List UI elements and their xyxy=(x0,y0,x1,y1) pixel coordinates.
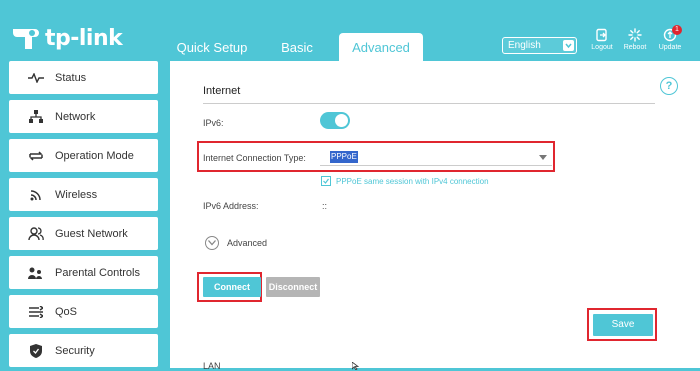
help-icon[interactable]: ? xyxy=(660,77,678,95)
section-divider xyxy=(203,103,655,104)
sidebar-item-label: Network xyxy=(55,110,96,123)
guest-icon xyxy=(26,226,46,242)
sidebar-item-qos[interactable]: QoS xyxy=(9,295,158,328)
brand-name: tp-link xyxy=(45,25,123,51)
parental-icon xyxy=(26,265,46,281)
chevron-down-icon xyxy=(205,236,219,250)
pppoe-same-session-label: PPPoE same session with IPv4 connection xyxy=(336,176,489,186)
update-button[interactable]: 1 Update xyxy=(655,25,685,51)
qos-icon xyxy=(26,304,46,320)
logout-label: Logout xyxy=(591,44,613,51)
connection-type-label: Internet Connection Type: xyxy=(203,153,306,163)
ipv6-label: IPv6: xyxy=(203,118,224,128)
language-select[interactable]: English xyxy=(502,37,577,54)
operation-mode-icon xyxy=(26,148,46,164)
advanced-toggle[interactable]: Advanced xyxy=(205,236,267,250)
section-title-lan: LAN xyxy=(203,361,221,371)
check-icon xyxy=(323,178,329,184)
chevron-down-icon xyxy=(539,155,547,160)
sidebar-item-status[interactable]: Status xyxy=(9,61,158,94)
wifi-icon xyxy=(26,187,46,203)
connection-type-value: PPPoE xyxy=(330,151,358,163)
sidebar-item-label: Guest Network xyxy=(55,227,128,240)
pppoe-same-session-checkbox[interactable] xyxy=(321,176,331,186)
reboot-icon xyxy=(628,28,642,42)
logout-button[interactable]: Logout xyxy=(587,28,617,51)
sidebar-item-parental-controls[interactable]: Parental Controls xyxy=(9,256,158,289)
sidebar-item-wireless[interactable]: Wireless xyxy=(9,178,158,211)
sidebar-item-guest-network[interactable]: Guest Network xyxy=(9,217,158,250)
sidebar-item-label: Parental Controls xyxy=(55,266,140,279)
tp-link-logo-icon xyxy=(13,29,39,49)
disconnect-button[interactable]: Disconnect xyxy=(266,277,320,297)
sidebar-item-security[interactable]: Security xyxy=(9,334,158,367)
pppoe-same-session-row[interactable]: PPPoE same session with IPv4 connection xyxy=(321,176,489,186)
ipv6-toggle[interactable] xyxy=(320,112,350,129)
tab-basic[interactable]: Basic xyxy=(274,33,320,63)
network-icon xyxy=(26,109,46,125)
tp-link-logo: tp-link xyxy=(9,22,123,54)
sidebar-item-label: Security xyxy=(55,344,95,357)
tab-quick-setup[interactable]: Quick Setup xyxy=(172,33,252,63)
update-label: Update xyxy=(658,44,682,51)
save-button[interactable]: Save xyxy=(593,314,653,336)
reboot-label: Reboot xyxy=(623,44,647,51)
main-panel: Internet ? IPv6: Internet Connection Typ… xyxy=(170,61,700,371)
connect-button[interactable]: Connect xyxy=(203,277,261,297)
sidebar-item-label: QoS xyxy=(55,305,78,318)
tab-advanced[interactable]: Advanced xyxy=(339,33,423,64)
update-badge: 1 xyxy=(672,25,682,35)
sidebar-item-label: Wireless xyxy=(55,188,98,201)
pulse-icon xyxy=(26,70,46,86)
shield-icon xyxy=(26,343,46,359)
advanced-label: Advanced xyxy=(227,238,268,248)
ipv6-address-label: IPv6 Address: xyxy=(203,201,259,211)
toggle-knob xyxy=(335,114,348,127)
sidebar-item-label: Status xyxy=(55,71,87,84)
logout-icon xyxy=(596,28,607,42)
connection-type-select[interactable]: PPPoE xyxy=(320,148,552,166)
ipv6-address-value: :: xyxy=(322,201,328,211)
section-title-internet: Internet xyxy=(203,85,241,97)
sidebar-item-network[interactable]: Network xyxy=(9,100,158,133)
mouse-cursor-icon xyxy=(352,362,360,370)
language-value: English xyxy=(508,40,541,51)
chevron-down-icon xyxy=(563,40,574,51)
sidebar-item-operation-mode[interactable]: Operation Mode xyxy=(9,139,158,172)
reboot-button[interactable]: Reboot xyxy=(620,28,650,51)
sidebar-item-label: Operation Mode xyxy=(55,149,134,162)
